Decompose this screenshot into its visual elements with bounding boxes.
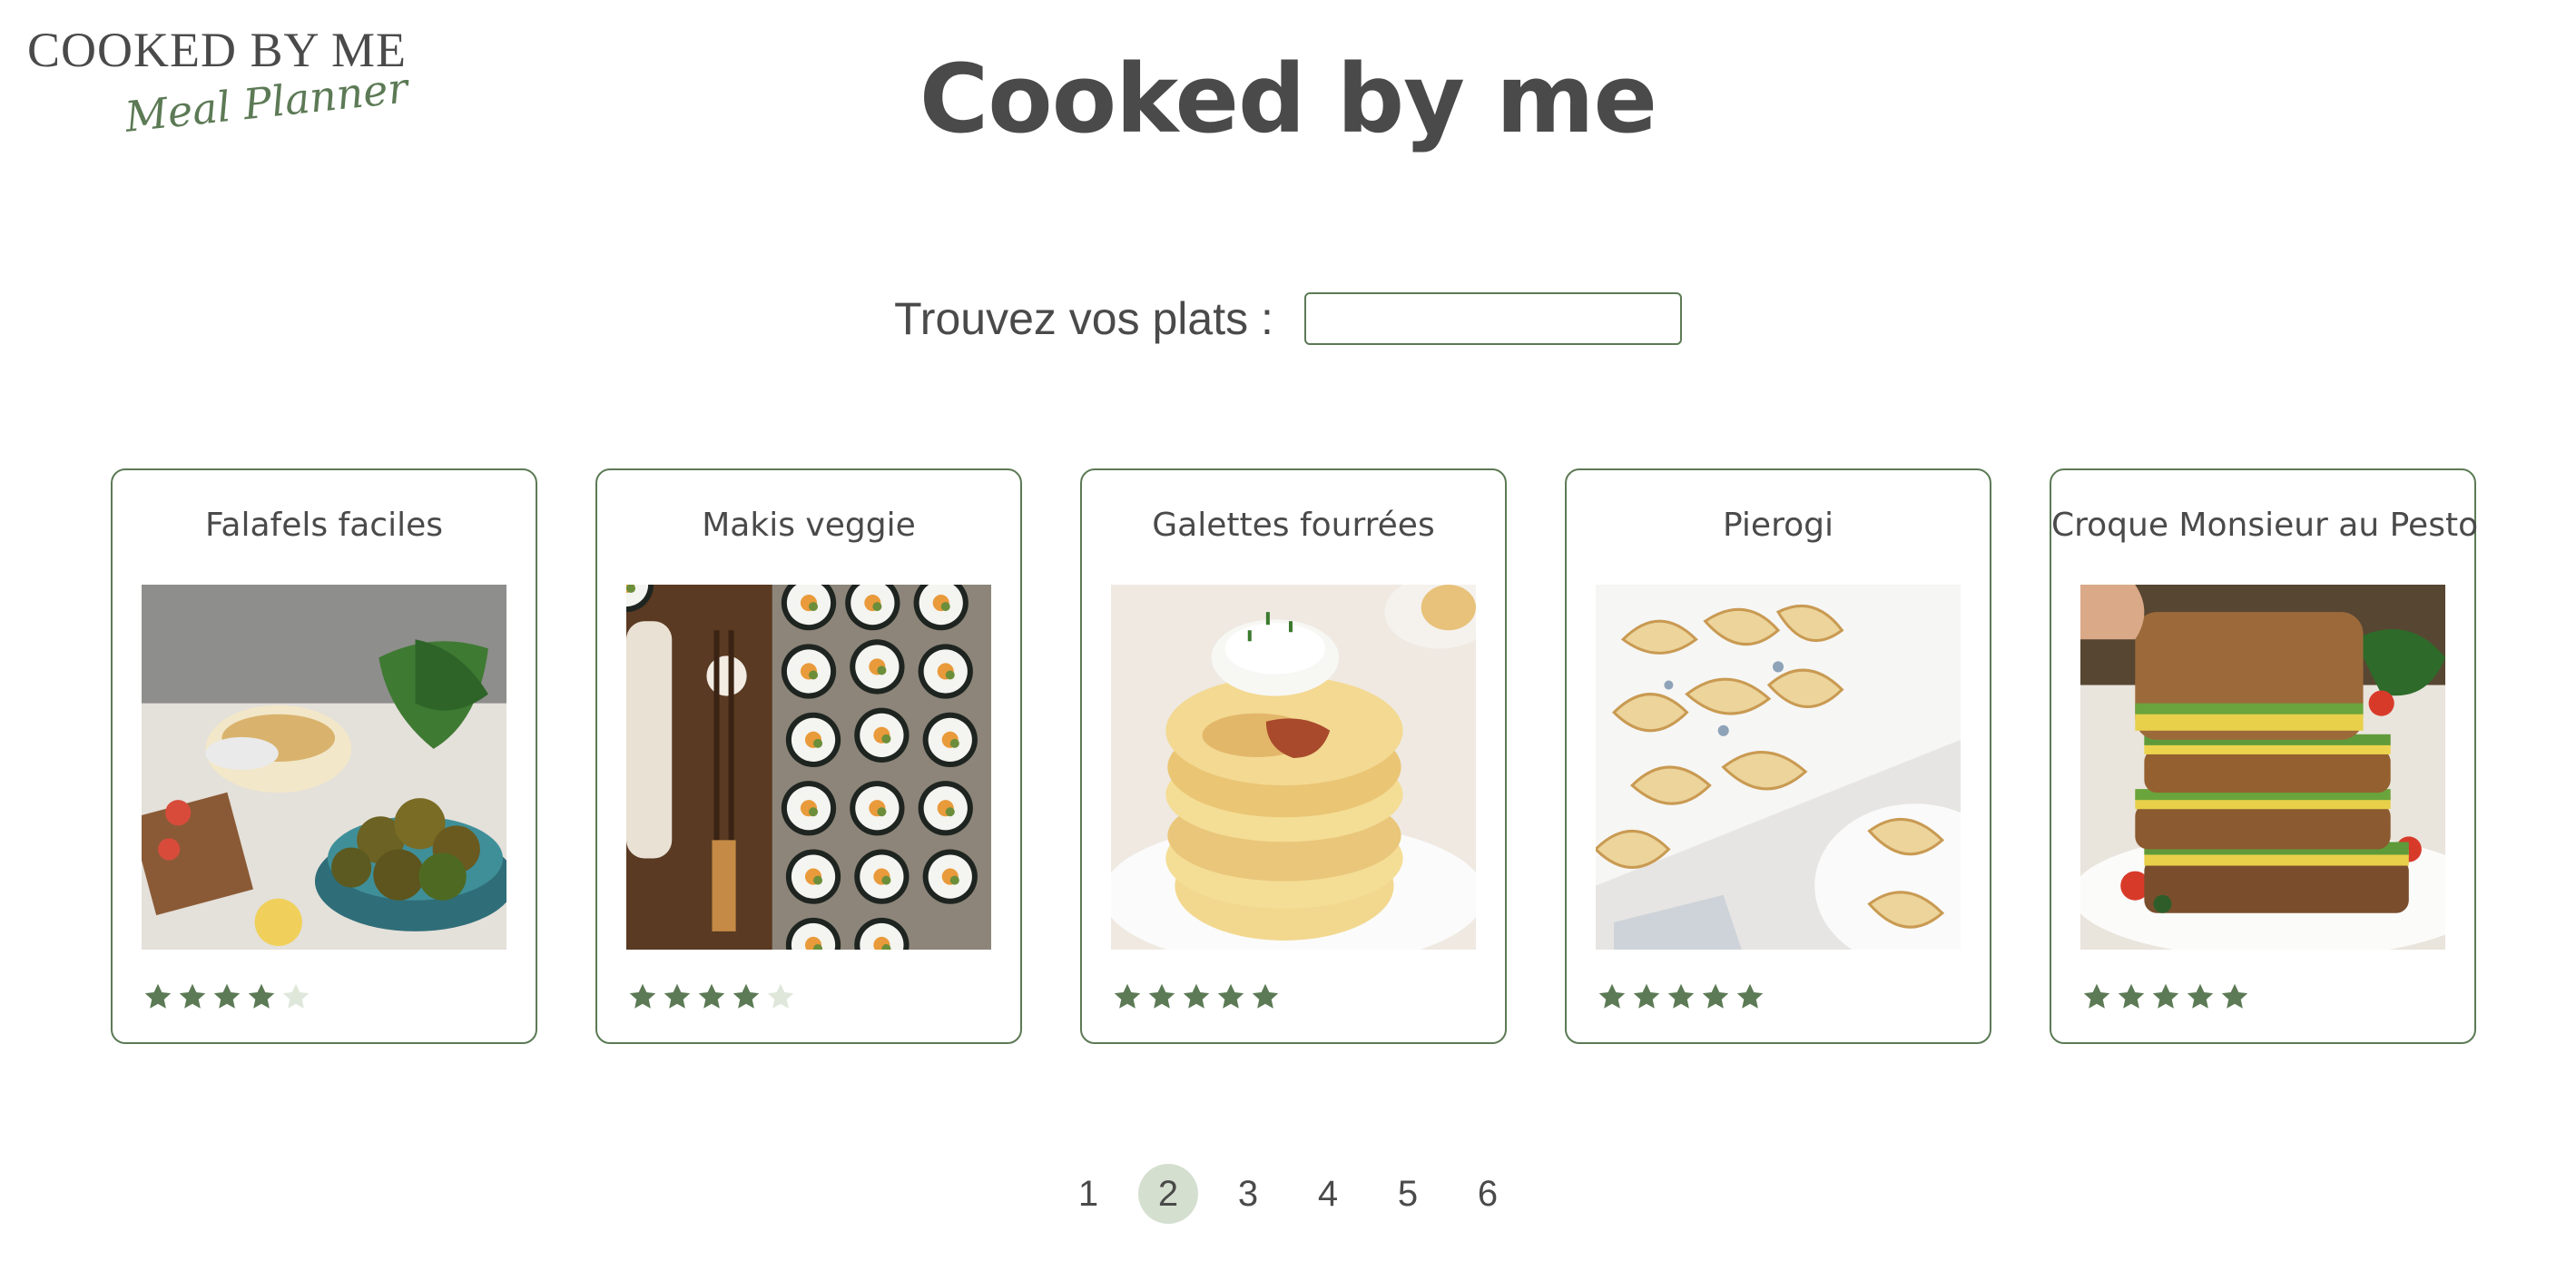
star-empty-icon <box>767 983 794 1009</box>
star-filled-icon <box>1217 983 1244 1009</box>
recipe-card[interactable]: Pierogi <box>1565 468 1991 1044</box>
star-filled-icon <box>1598 983 1626 1009</box>
maki-photo <box>626 585 991 950</box>
search-bar: Trouvez vos plats : <box>0 292 2576 345</box>
star-filled-icon <box>732 983 760 1009</box>
star-filled-icon <box>698 983 725 1009</box>
star-filled-icon <box>1736 983 1764 1009</box>
star-filled-icon <box>2221 983 2248 1009</box>
recipe-photo[interactable] <box>2080 585 2445 950</box>
page-link-6[interactable]: 6 <box>1458 1164 1518 1224</box>
falafel-photo <box>142 585 506 950</box>
galettes-photo <box>1111 585 1476 950</box>
star-filled-icon <box>179 983 206 1009</box>
star-empty-icon <box>282 983 310 1009</box>
star-filled-icon <box>1114 983 1141 1009</box>
rating-stars <box>2080 980 2251 1013</box>
page: COOKED BY ME Meal Planner Cooked by me T… <box>0 0 2576 1271</box>
page-link-5[interactable]: 5 <box>1378 1164 1438 1224</box>
croque-photo <box>2080 585 2445 950</box>
star-filled-icon <box>144 983 172 1009</box>
star-filled-icon <box>248 983 275 1009</box>
recipe-title: Croque Monsieur au Pesto <box>2051 507 2479 544</box>
star-filled-icon <box>664 983 691 1009</box>
recipe-list: Falafels faciles Makis veggie Galettes f… <box>111 468 2479 1044</box>
star-filled-icon <box>2083 983 2110 1009</box>
recipe-title: Pierogi <box>1723 507 1834 544</box>
recipe-title: Falafels faciles <box>205 507 443 544</box>
rating-stars <box>1596 980 1766 1013</box>
recipe-card[interactable]: Falafels faciles <box>111 468 537 1044</box>
rating-stars <box>1111 980 1282 1013</box>
star-filled-icon <box>1252 983 1279 1009</box>
recipe-card[interactable]: Makis veggie <box>595 468 1022 1044</box>
page-link-2[interactable]: 2 <box>1138 1164 1198 1224</box>
star-filled-icon <box>1702 983 1729 1009</box>
star-filled-icon <box>1148 983 1175 1009</box>
recipe-photo[interactable] <box>626 585 991 950</box>
search-label: Trouvez vos plats : <box>894 293 1273 344</box>
recipe-title: Galettes fourrées <box>1152 507 1435 544</box>
star-filled-icon <box>1183 983 1210 1009</box>
page-link-3[interactable]: 3 <box>1218 1164 1278 1224</box>
recipe-card[interactable]: Croque Monsieur au Pesto <box>2050 468 2479 1044</box>
rating-stars <box>626 980 797 1013</box>
star-filled-icon <box>2118 983 2145 1009</box>
page-title: Cooked by me <box>919 44 1657 154</box>
star-filled-icon <box>1633 983 1660 1009</box>
star-filled-icon <box>1667 983 1695 1009</box>
recipe-photo[interactable] <box>1596 585 1961 950</box>
recipe-title: Makis veggie <box>702 507 916 544</box>
pagination: 1 2 3 4 5 6 <box>0 1164 2576 1224</box>
recipe-card[interactable]: Galettes fourrées <box>1080 468 1507 1044</box>
star-filled-icon <box>2187 983 2214 1009</box>
star-filled-icon <box>2152 983 2179 1009</box>
recipe-photo[interactable] <box>1111 585 1476 950</box>
recipe-photo[interactable] <box>142 585 506 950</box>
search-input[interactable] <box>1303 292 1682 345</box>
pierogi-photo <box>1596 585 1961 950</box>
page-link-1[interactable]: 1 <box>1058 1164 1118 1224</box>
rating-stars <box>142 980 312 1013</box>
star-filled-icon <box>213 983 241 1009</box>
page-link-4[interactable]: 4 <box>1298 1164 1358 1224</box>
star-filled-icon <box>629 983 656 1009</box>
